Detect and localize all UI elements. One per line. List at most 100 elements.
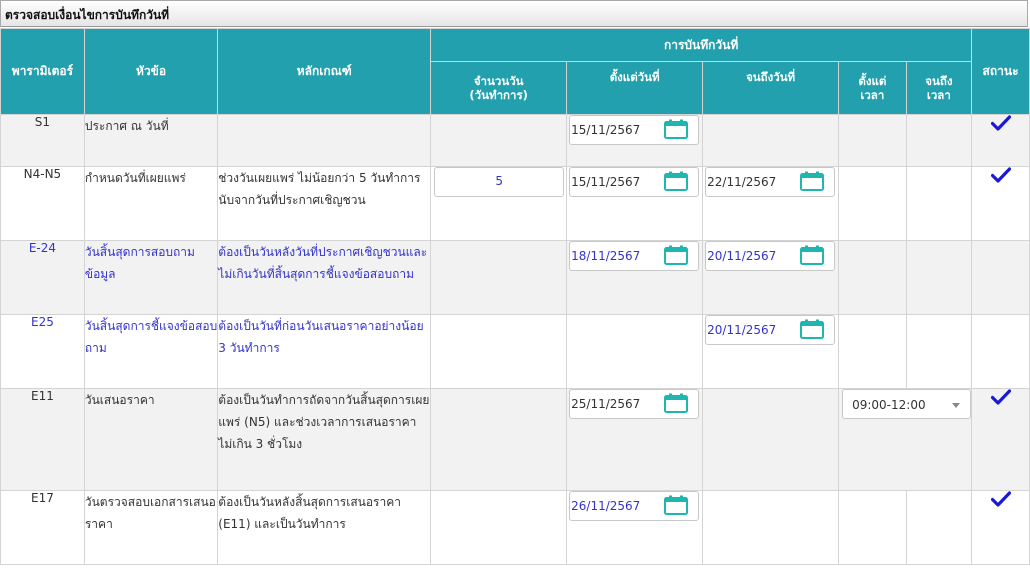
topic-text: วันสิ้นสุดการชี้แจงข้อสอบถาม bbox=[84, 319, 218, 355]
header-days: จำนวนวัน (วันทำการ) bbox=[430, 61, 568, 115]
days-cell bbox=[430, 388, 568, 491]
to-time-cell bbox=[905, 240, 973, 315]
from-time-cell bbox=[838, 240, 907, 315]
topic-cell: วันสิ้นสุดการชี้แจงข้อสอบถาม bbox=[83, 314, 219, 389]
days-cell bbox=[430, 314, 568, 389]
param-code: E25 bbox=[31, 315, 54, 329]
check-icon bbox=[990, 491, 1011, 507]
days-cell bbox=[430, 114, 568, 167]
criteria-cell: ต้องเป็นวันหลังสิ้นสุดการเสนอราคา (E11) … bbox=[217, 490, 432, 565]
panel-title-bar: ตรวจสอบเงื่อนไขการบันทึกวันที่ bbox=[0, 0, 1028, 27]
status-cell bbox=[971, 490, 1030, 565]
calendar-icon[interactable] bbox=[664, 495, 689, 515]
status-cell bbox=[971, 388, 1030, 491]
from-date-cell: 26/11/2567 bbox=[566, 490, 704, 565]
to-date-cell: 20/11/2567 bbox=[702, 240, 840, 315]
days-input[interactable]: 5 bbox=[434, 167, 565, 197]
topic-text: กำหนดวันที่เผยแพร่ bbox=[84, 171, 186, 185]
header-from-date: ตั้งแต่วันที่ bbox=[566, 61, 704, 115]
criteria-text: ต้องเป็นวันทำการถัดจากวันสิ้นสุดการเผยแพ… bbox=[218, 393, 430, 451]
from-date-cell: 15/11/2567 bbox=[566, 166, 704, 241]
topic-text: วันเสนอราคา bbox=[84, 393, 155, 407]
param-code: S1 bbox=[34, 115, 51, 129]
criteria-cell bbox=[217, 114, 432, 167]
to-time-cell bbox=[905, 314, 973, 389]
to-date-cell: 20/11/2567 bbox=[702, 314, 840, 389]
criteria-text: ต้องเป็นวันหลังวันที่ประกาศเชิญชวนและไม่… bbox=[218, 245, 428, 281]
topic-cell: วันสิ้นสุดการสอบถามข้อมูล bbox=[83, 240, 219, 315]
check-icon bbox=[990, 389, 1011, 405]
calendar-icon[interactable] bbox=[800, 171, 825, 191]
to-time-cell bbox=[905, 166, 973, 241]
criteria-text: ช่วงวันเผยแพร่ ไม่น้อยกว่า 5 วันทำการ นั… bbox=[218, 171, 421, 207]
to-date-cell bbox=[702, 388, 840, 491]
param-cell: N4-N5 bbox=[0, 166, 85, 241]
to-date-value: 20/11/2567 bbox=[707, 249, 777, 263]
calendar-icon[interactable] bbox=[800, 245, 825, 265]
from-date-value: 15/11/2567 bbox=[571, 123, 641, 137]
from-date-value: 25/11/2567 bbox=[571, 397, 641, 411]
time-range-value: 09:00-12:00 bbox=[852, 398, 926, 412]
from-date-cell bbox=[566, 314, 704, 389]
from-time-cell bbox=[838, 114, 907, 167]
status-cell bbox=[971, 240, 1030, 315]
to-date-value: 20/11/2567 bbox=[707, 323, 777, 337]
param-cell: E-24 bbox=[0, 240, 85, 315]
calendar-icon[interactable] bbox=[664, 245, 689, 265]
header-date-group: การบันทึกวันที่ bbox=[430, 28, 973, 62]
topic-cell: วันเสนอราคา bbox=[83, 388, 219, 491]
from-date-cell: 25/11/2567 bbox=[566, 388, 704, 491]
from-time-cell bbox=[838, 490, 907, 565]
topic-cell: ประกาศ ณ วันที่ bbox=[83, 114, 219, 167]
header-param: พารามิเตอร์ bbox=[0, 28, 85, 115]
to-date-input[interactable]: 20/11/2567 bbox=[705, 241, 836, 271]
status-cell bbox=[971, 114, 1030, 167]
topic-cell: กำหนดวันที่เผยแพร่ bbox=[83, 166, 219, 241]
from-date-input[interactable]: 18/11/2567 bbox=[569, 241, 700, 271]
from-date-value: 26/11/2567 bbox=[571, 499, 641, 513]
chevron-down-icon[interactable] bbox=[952, 403, 961, 408]
calendar-icon[interactable] bbox=[800, 319, 825, 339]
table-row: E17 วันตรวจสอบเอกสารเสนอราคา ต้องเป็นวันหล… bbox=[0, 490, 1030, 565]
from-date-value: 15/11/2567 bbox=[571, 175, 641, 189]
header-status: สถานะ bbox=[971, 28, 1030, 115]
criteria-cell: ต้องเป็นวันหลังวันที่ประกาศเชิญชวนและไม่… bbox=[217, 240, 432, 315]
param-cell: E11 bbox=[0, 388, 85, 491]
table-row: E25 วันสิ้นสุดการชี้แจงข้อสอบถาม ต้องเป็นว… bbox=[0, 314, 1030, 389]
topic-cell: วันตรวจสอบเอกสารเสนอราคา bbox=[83, 490, 219, 565]
to-date-input[interactable]: 20/11/2567 bbox=[705, 315, 836, 345]
header-to-date: จนถึงวันที่ bbox=[702, 61, 840, 115]
table-row: S1 ประกาศ ณ วันที่ 15/11/2567 bbox=[0, 114, 1030, 167]
from-date-input[interactable]: 15/11/2567 bbox=[569, 115, 700, 145]
to-date-input[interactable]: 22/11/2567 bbox=[705, 167, 836, 197]
calendar-icon[interactable] bbox=[664, 119, 689, 139]
status-cell bbox=[971, 166, 1030, 241]
status-cell bbox=[971, 314, 1030, 389]
time-range-select[interactable]: 09:00-12:00 bbox=[842, 389, 972, 419]
param-code: E-24 bbox=[28, 241, 57, 255]
panel-title: ตรวจสอบเงื่อนไขการบันทึกวันที่ bbox=[5, 8, 170, 22]
date-conditions-table: พารามิเตอร์ หัวข้อ หลักเกณฑ์ การบันทึกวั… bbox=[0, 28, 1030, 565]
param-code: N4-N5 bbox=[23, 167, 62, 181]
check-icon bbox=[990, 115, 1011, 131]
table-row: E-24 วันสิ้นสุดการสอบถามข้อมูล ต้องเป็นวัน… bbox=[0, 240, 1030, 315]
to-time-cell bbox=[905, 490, 973, 565]
calendar-icon[interactable] bbox=[664, 171, 689, 191]
from-date-input[interactable]: 25/11/2567 bbox=[569, 389, 700, 419]
table-row: N4-N5 กำหนดวันที่เผยแพร่ ช่วงวันเผยแพร่ ไม… bbox=[0, 166, 1030, 241]
criteria-text: ต้องเป็นวันที่ก่อนวันเสนอราคาอย่างน้อย 3… bbox=[218, 319, 424, 355]
from-time-cell bbox=[838, 314, 907, 389]
header-to-time: จนถึง เวลา bbox=[905, 61, 973, 115]
check-icon bbox=[990, 167, 1011, 183]
from-date-value: 18/11/2567 bbox=[571, 249, 641, 263]
from-date-input[interactable]: 15/11/2567 bbox=[569, 167, 700, 197]
to-date-value: 22/11/2567 bbox=[707, 175, 777, 189]
days-cell bbox=[430, 240, 568, 315]
from-time-cell: 09:00-12:00 bbox=[838, 388, 973, 491]
from-date-input[interactable]: 26/11/2567 bbox=[569, 491, 700, 521]
topic-text: ประกาศ ณ วันที่ bbox=[84, 119, 169, 133]
param-cell: S1 bbox=[0, 114, 85, 167]
calendar-icon[interactable] bbox=[664, 393, 689, 413]
criteria-cell: ต้องเป็นวันที่ก่อนวันเสนอราคาอย่างน้อย 3… bbox=[217, 314, 432, 389]
from-time-cell bbox=[838, 166, 907, 241]
